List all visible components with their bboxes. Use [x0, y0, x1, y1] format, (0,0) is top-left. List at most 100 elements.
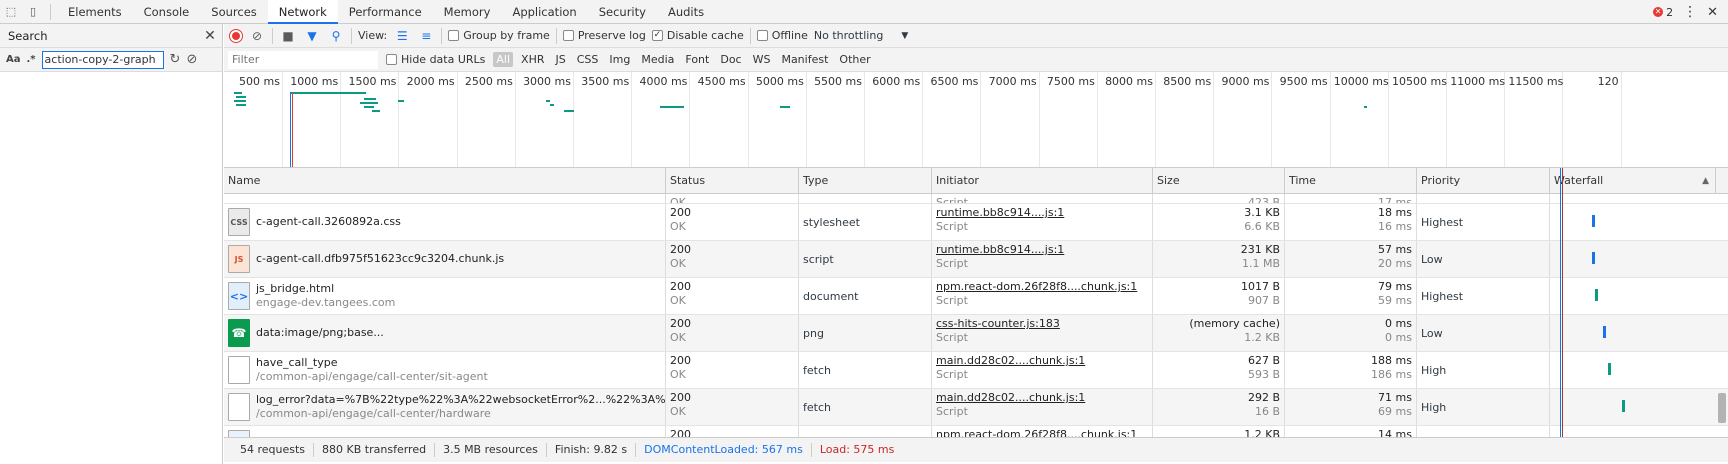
checkbox-box	[562, 30, 574, 41]
column-header-waterfall[interactable]: Waterfall ▲	[1550, 168, 1716, 194]
filter-type-img[interactable]: Img	[606, 52, 633, 67]
initiator-link[interactable]: main.dd28c02....chunk.js:1	[936, 391, 1148, 405]
table-row-partial[interactable]: OK Script 423 B 17 ms	[224, 194, 1728, 204]
ruler-tick-label: 7500 ms	[1046, 75, 1095, 88]
column-header-size[interactable]: Size	[1153, 168, 1285, 194]
filter-icon[interactable]: ▼	[303, 29, 321, 43]
filter-type-doc[interactable]: Doc	[717, 52, 744, 67]
tab-sources[interactable]: Sources	[200, 0, 268, 24]
table-row[interactable]: ↑ backtop-16f4dfe20201b242f899bfcdfa833e…	[224, 426, 1728, 437]
clear-search-icon[interactable]: ⊘	[186, 52, 197, 67]
timeline-overview[interactable]: 500 ms 1000 ms 1500 ms 2000 ms 2500 ms 3000 m…	[224, 72, 1728, 168]
column-header-name[interactable]: Name	[224, 168, 666, 194]
column-header-status[interactable]: Status	[666, 168, 799, 194]
initiator-sub: Script	[936, 220, 968, 233]
tab-application[interactable]: Application	[501, 0, 587, 24]
table-row[interactable]: have_call_type /common-api/engage/call-c…	[224, 352, 1728, 389]
svg-file-icon: ↑	[228, 430, 250, 437]
initiator-sub: Script	[936, 294, 968, 307]
search-input[interactable]	[41, 50, 164, 69]
overview-activity-bar	[236, 104, 246, 106]
initiator-link[interactable]: npm.react-dom.26f28f8....chunk.js:1	[936, 428, 1148, 437]
refresh-search-icon[interactable]: ↻	[170, 52, 181, 67]
column-header-type[interactable]: Type	[799, 168, 932, 194]
transfer-size: 292 B	[1247, 391, 1280, 404]
phone-image-icon: ☎	[228, 319, 250, 347]
filter-type-css[interactable]: CSS	[574, 52, 602, 67]
overview-waterfall-icon[interactable]: ≡	[417, 29, 435, 43]
name-block: c-agent-call.dfb975f51623cc9c3204.chunk.…	[256, 252, 504, 266]
hide-data-urls-checkbox[interactable]: Hide data URLs	[386, 53, 485, 66]
filter-type-font[interactable]: Font	[682, 52, 712, 67]
dom-content-loaded-line	[1560, 168, 1561, 437]
column-header-priority[interactable]: Priority	[1417, 168, 1550, 194]
preserve-log-checkbox[interactable]: Preserve log	[562, 29, 646, 42]
more-options-icon[interactable]: ⋮	[1683, 4, 1697, 20]
table-row[interactable]: log_error?data=%7B%22type%22%3A%22websoc…	[224, 389, 1728, 426]
column-header-initiator[interactable]: Initiator	[932, 168, 1153, 194]
record-icon[interactable]	[230, 29, 242, 42]
table-row[interactable]: JS c-agent-call.dfb975f51623cc9c3204.chu…	[224, 241, 1728, 278]
group-by-frame-checkbox[interactable]: Group by frame	[448, 29, 550, 42]
table-row[interactable]: ☎ data:image/png;base... 200 OK png css-…	[224, 315, 1728, 352]
filter-type-ws[interactable]: WS	[750, 52, 774, 67]
waterfall-cell	[1550, 389, 1716, 425]
initiator-link[interactable]: css-hits-counter.js:183	[936, 317, 1148, 331]
filter-type-manifest[interactable]: Manifest	[778, 52, 831, 67]
tab-memory[interactable]: Memory	[433, 0, 502, 24]
inspect-element-icon[interactable]: ⬚	[0, 1, 22, 23]
search-icon[interactable]: ⚲	[327, 29, 345, 43]
initiator-link[interactable]: npm.react-dom.26f28f8....chunk.js:1	[936, 280, 1148, 294]
status-text: OK	[670, 257, 686, 270]
tab-elements[interactable]: Elements	[57, 0, 133, 24]
filter-type-other[interactable]: Other	[836, 52, 873, 67]
offline-checkbox[interactable]: Offline	[756, 29, 808, 42]
regex-toggle[interactable]: .*	[27, 54, 36, 65]
tab-console[interactable]: Console	[133, 0, 201, 24]
size-cell: 292 B 16 B	[1153, 389, 1285, 425]
filter-type-all[interactable]: All	[493, 52, 514, 67]
filter-type-xhr[interactable]: XHR	[518, 52, 547, 67]
device-toolbar-icon[interactable]: ▯	[22, 1, 44, 23]
tab-audits[interactable]: Audits	[657, 0, 715, 24]
close-search-icon[interactable]: ✕	[198, 28, 222, 44]
waterfall-bar	[1608, 363, 1611, 375]
close-devtools-icon[interactable]: ✕	[1707, 5, 1718, 20]
sort-ascending-icon: ▲	[1702, 176, 1709, 186]
initiator-link[interactable]: runtime.bb8c914....js:1	[936, 206, 1148, 220]
overview-activity-bar	[364, 98, 376, 100]
filter-type-js[interactable]: JS	[553, 52, 569, 67]
initiator-link[interactable]: main.dd28c02....chunk.js:1	[936, 354, 1148, 368]
large-rows-icon[interactable]: ☰	[393, 29, 411, 43]
initiator-link[interactable]: runtime.bb8c914....js:1	[936, 243, 1148, 257]
name-block: data:image/png;base...	[256, 326, 384, 340]
latency-time: 16 ms	[1378, 220, 1412, 233]
resource-type: fetch	[803, 363, 831, 377]
column-header-time[interactable]: Time	[1285, 168, 1417, 194]
table-row[interactable]: CSS c-agent-call.3260892a.css 200 OK sty…	[224, 204, 1728, 241]
match-case-toggle[interactable]: Aa	[6, 54, 21, 65]
tab-security[interactable]: Security	[588, 0, 657, 24]
group-by-frame-label: Group by frame	[463, 29, 550, 42]
screenshot-camera-icon[interactable]: ■	[279, 29, 297, 43]
disable-cache-checkbox[interactable]: ✓ Disable cache	[651, 29, 744, 42]
time-cell: 71 ms 69 ms	[1285, 389, 1417, 425]
tab-network[interactable]: Network	[267, 0, 338, 24]
total-time: 188 ms	[1371, 354, 1412, 367]
clear-icon[interactable]: ⊘	[248, 29, 266, 43]
table-scrollbar[interactable]	[1718, 393, 1726, 423]
waterfall-bar	[1592, 252, 1595, 264]
throttling-select[interactable]: No throttling	[814, 29, 883, 42]
ruler-gridline	[282, 72, 283, 167]
resource-type: script	[803, 252, 834, 266]
chevron-down-icon[interactable]: ▼	[901, 31, 908, 41]
filter-type-media[interactable]: Media	[638, 52, 677, 67]
table-row[interactable]: <> js_bridge.html engage-dev.tangees.com…	[224, 278, 1728, 315]
tab-performance[interactable]: Performance	[338, 0, 433, 24]
status-code: 200	[670, 317, 691, 330]
resource-type: stylesheet	[803, 215, 860, 229]
filter-input[interactable]	[228, 50, 378, 69]
overview-activity-bar	[1364, 106, 1367, 108]
error-counter[interactable]: ✕ 2	[1653, 6, 1673, 19]
initiator-sub: Script	[936, 405, 968, 418]
